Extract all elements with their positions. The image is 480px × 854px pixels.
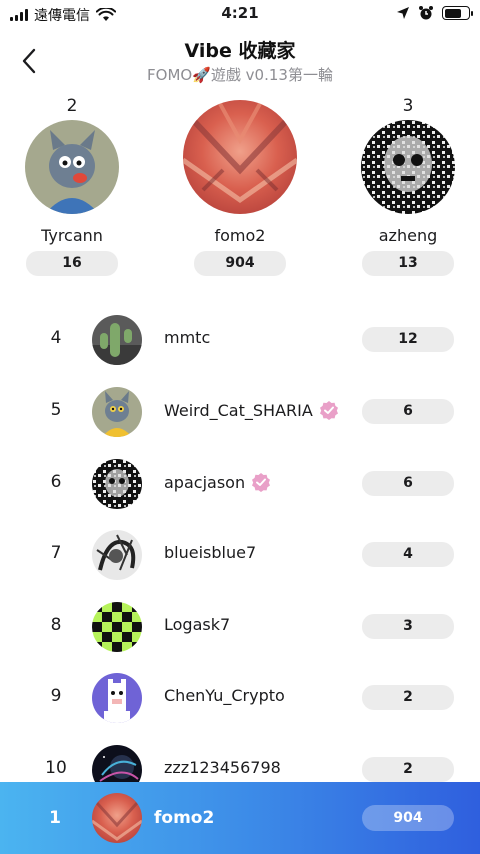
my-rank-bar[interactable]: 1 fomo2 904	[0, 782, 480, 854]
checker-avatar	[92, 602, 142, 652]
leaderboard-row[interactable]: 9 ChenYu_Crypto 2	[0, 670, 480, 726]
row-rank: 7	[50, 543, 62, 563]
row-rank: 9	[50, 686, 62, 706]
leaderboard-row[interactable]: 7 blueisblue7 4	[0, 527, 480, 583]
page-title: Vibe 收藏家	[184, 40, 296, 62]
row-name: Weird_Cat_SHARIA	[164, 400, 313, 420]
row-name: Logask7	[164, 615, 231, 634]
podium-first[interactable]: fomo2 904	[180, 96, 300, 276]
battery-icon	[442, 6, 473, 20]
my-name: fomo2	[154, 808, 215, 828]
cat-avatar	[92, 387, 142, 437]
alarm-clock-icon	[419, 6, 433, 20]
row-name: blueisblue7	[164, 543, 257, 562]
podium-rank: 3	[402, 96, 414, 116]
row-count: 3	[362, 614, 454, 639]
sketch-avatar	[92, 530, 142, 580]
row-count: 2	[362, 757, 454, 782]
podium-rank: 2	[66, 96, 78, 116]
row-rank: 6	[50, 472, 62, 492]
my-count: 904	[362, 805, 454, 831]
cat-avatar	[25, 120, 119, 214]
podium-name: Tyrcann	[41, 226, 103, 245]
row-count: 4	[362, 542, 454, 567]
my-rank: 1	[49, 808, 61, 828]
leaderboard-row[interactable]: 8 Logask7 3	[0, 599, 480, 655]
bw-pattern-avatar	[92, 459, 142, 509]
row-count: 2	[362, 685, 454, 710]
row-rank: 10	[45, 758, 67, 778]
podium-count: 13	[362, 251, 454, 276]
location-arrow-icon	[397, 7, 409, 19]
podium-count: 904	[194, 251, 286, 276]
podium-third[interactable]: 3 azheng 13	[358, 96, 458, 276]
llama-avatar	[92, 673, 142, 723]
row-rank: 8	[50, 615, 62, 635]
row-count: 6	[362, 399, 454, 424]
leaderboard-row[interactable]: 6 apacjason 6	[0, 456, 480, 512]
row-name: ChenYu_Crypto	[164, 686, 285, 705]
orange-texture-avatar	[183, 100, 297, 214]
verified-badge-icon	[252, 473, 271, 492]
leaderboard-row[interactable]: 5 Weird_Cat_SHARIA 6	[0, 384, 480, 440]
row-name: zzz123456798	[164, 758, 281, 777]
row-name: apacjason	[164, 472, 246, 492]
page-subtitle: FOMO🚀遊戲 v0.13第一輪	[147, 66, 333, 84]
cactus-avatar	[92, 315, 142, 365]
row-rank: 4	[50, 328, 62, 348]
orange-texture-avatar	[92, 793, 142, 843]
podium-name: azheng	[378, 226, 438, 245]
row-count: 12	[362, 327, 454, 352]
row-count: 6	[362, 471, 454, 496]
row-name: mmtc	[164, 328, 211, 347]
podium-second[interactable]: 2 Tyrcann 16	[22, 96, 122, 276]
podium-count: 16	[26, 251, 118, 276]
row-rank: 5	[50, 400, 62, 420]
leaderboard-row[interactable]: 4 mmtc 12	[0, 312, 480, 368]
status-bar: 遠傳電信 4:21	[0, 0, 480, 28]
verified-badge-icon	[319, 401, 338, 420]
bw-pattern-avatar	[361, 120, 455, 214]
podium-name: fomo2	[214, 226, 266, 245]
